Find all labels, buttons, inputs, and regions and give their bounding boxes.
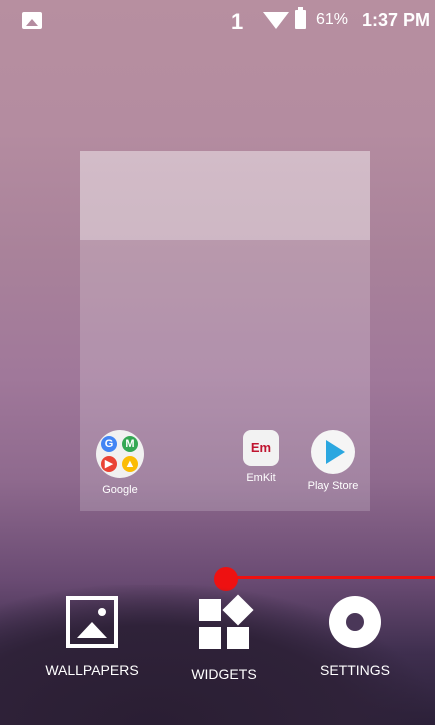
emkit-icon: Em xyxy=(243,430,279,466)
play-store-icon xyxy=(311,430,355,474)
widgets-button[interactable]: WIDGETS xyxy=(169,594,279,682)
settings-label: SETTINGS xyxy=(319,662,390,678)
google-folder-icon: G M ▶ ▲ xyxy=(96,430,144,478)
clock: 1:37 PM xyxy=(362,10,431,30)
app-play-store[interactable]: Play Store xyxy=(297,430,369,492)
swipe-indicator-line xyxy=(226,576,435,579)
image-icon xyxy=(22,12,42,29)
wallpaper-icon xyxy=(66,596,118,648)
app-emkit[interactable]: Em EmKit xyxy=(225,430,297,484)
settings-button[interactable]: SETTINGS xyxy=(300,596,410,678)
battery-charging-icon xyxy=(295,7,306,29)
widgets-icon xyxy=(196,594,254,652)
app-label: EmKit xyxy=(246,472,276,484)
home-screen-preview[interactable]: G M ▶ ▲ Google Em EmKit Play Store xyxy=(80,151,370,511)
app-google[interactable]: G M ▶ ▲ Google xyxy=(84,430,156,496)
app-label: Play Store xyxy=(307,480,359,492)
widgets-label: WIDGETS xyxy=(191,666,257,682)
app-label: Google xyxy=(102,484,138,496)
status-bar: 1 61% 1:37 PM xyxy=(0,0,435,42)
sim-indicator: 1 xyxy=(231,9,244,34)
wallpapers-button[interactable]: WALLPAPERS xyxy=(37,596,147,678)
battery-percent: 61% xyxy=(316,11,349,28)
gear-icon xyxy=(329,596,381,648)
preview-widget-area xyxy=(80,151,370,240)
wallpapers-label: WALLPAPERS xyxy=(45,662,139,678)
wifi-icon xyxy=(263,12,289,29)
